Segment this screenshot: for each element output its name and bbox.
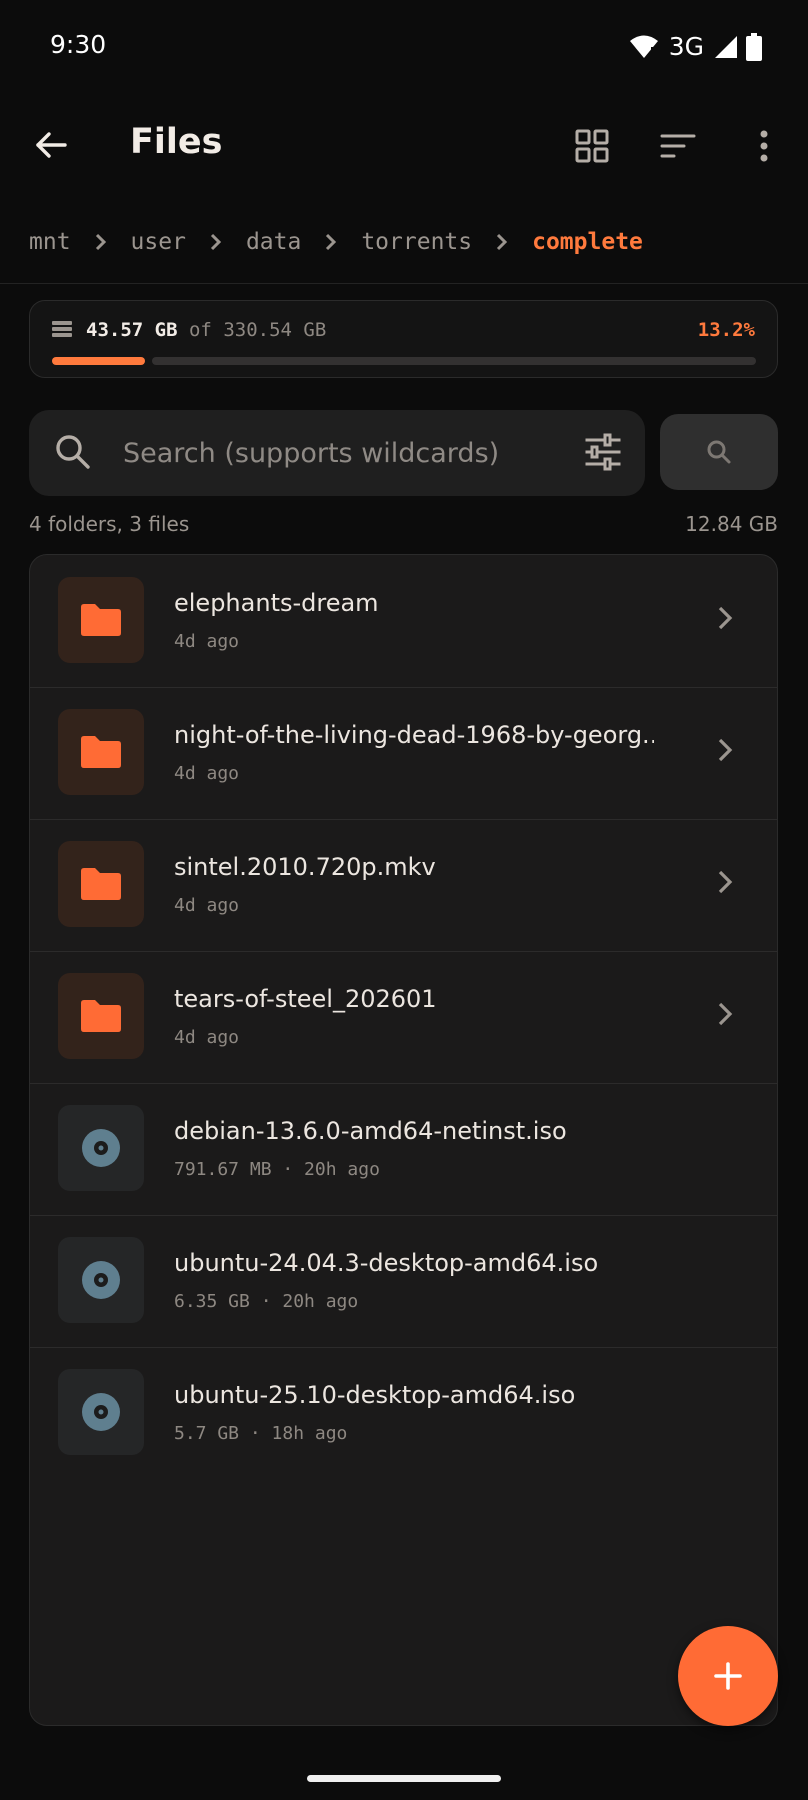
list-item-folder[interactable]: sintel.2010.720p.mkv 4d ago [30, 819, 777, 952]
wifi-icon [629, 34, 659, 60]
folder-thumbnail [58, 841, 144, 927]
chevron-right-icon [325, 233, 337, 251]
sort-button[interactable] [648, 116, 708, 176]
file-list: elephants-dream 4d ago night-of-the-livi… [29, 554, 778, 1726]
plus-icon [713, 1661, 743, 1691]
chevron-right-icon [717, 737, 733, 763]
chevron-right-icon [496, 233, 508, 251]
storage-summary: 43.57 GB of 330.54 GB [86, 319, 326, 341]
folder-thumbnail [58, 709, 144, 795]
file-name: ubuntu-24.04.3-desktop-amd64.iso [174, 1249, 599, 1277]
search-icon [706, 439, 732, 465]
breadcrumb: mnt user data torrents complete [29, 222, 643, 262]
status-icons: 3G [629, 32, 762, 61]
folder-thumbnail [58, 577, 144, 663]
disc-thumbnail [58, 1237, 144, 1323]
file-meta: 4d ago [174, 631, 240, 652]
network-type: 3G [668, 32, 704, 61]
chevron-right-icon [717, 1001, 733, 1027]
list-item-folder[interactable]: night-of-the-living-dead-1968-by-georg..… [30, 687, 777, 820]
folder-icon [79, 866, 123, 902]
disc-icon [81, 1260, 121, 1300]
list-item-file[interactable]: ubuntu-25.10-desktop-amd64.iso 5.7 GB · … [30, 1347, 777, 1479]
storage-of: of [188, 319, 212, 341]
filter-icon[interactable] [585, 433, 621, 471]
breadcrumb-item-torrents[interactable]: torrents [361, 229, 472, 255]
more-options-button[interactable] [734, 116, 794, 176]
back-arrow-icon [35, 131, 67, 159]
battery-icon [746, 32, 762, 61]
storage-progress-track [152, 357, 756, 365]
status-time: 9:30 [50, 30, 107, 59]
breadcrumb-item-user[interactable]: user [131, 229, 186, 255]
list-item-file[interactable]: ubuntu-24.04.3-desktop-amd64.iso 6.35 GB… [30, 1215, 777, 1348]
chevron-right-icon [717, 605, 733, 631]
file-name: tears-of-steel_202601 [174, 985, 437, 1013]
file-meta: 5.7 GB · 18h ago [174, 1423, 348, 1444]
page-title: Files [130, 122, 223, 162]
grid-view-button[interactable] [562, 116, 622, 176]
folder-icon [79, 734, 123, 770]
storage-icon [52, 321, 72, 337]
file-name: sintel.2010.720p.mkv [174, 853, 436, 881]
file-meta: 791.67 MB · 20h ago [174, 1159, 380, 1180]
storage-used: 43.57 GB [86, 319, 178, 341]
list-item-folder[interactable]: tears-of-steel_202601 4d ago [30, 951, 777, 1084]
disc-icon [81, 1128, 121, 1168]
search-button[interactable] [660, 414, 778, 490]
breadcrumb-item-data[interactable]: data [246, 229, 301, 255]
storage-total: 330.54 GB [223, 319, 327, 341]
storage-progress-fill [52, 357, 145, 365]
chevron-right-icon [210, 233, 222, 251]
chevron-right-icon [717, 869, 733, 895]
breadcrumb-item-mnt[interactable]: mnt [29, 229, 71, 255]
more-vert-icon [760, 130, 768, 162]
sort-icon [660, 133, 696, 159]
file-name: night-of-the-living-dead-1968-by-georg..… [174, 721, 654, 749]
list-item-file[interactable]: debian-13.6.0-amd64-netinst.iso 791.67 M… [30, 1083, 777, 1216]
breadcrumb-item-complete[interactable]: complete [532, 229, 643, 255]
folder-thumbnail [58, 973, 144, 1059]
file-name: ubuntu-25.10-desktop-amd64.iso [174, 1381, 576, 1409]
total-size: 12.84 GB [685, 512, 778, 536]
add-button[interactable] [678, 1626, 778, 1726]
file-meta: 4d ago [174, 895, 240, 916]
disc-icon [81, 1392, 121, 1432]
app-bar: Files [0, 96, 808, 196]
back-button[interactable] [22, 116, 80, 174]
file-name: elephants-dream [174, 589, 379, 617]
home-indicator[interactable] [307, 1775, 501, 1782]
chevron-right-icon [95, 233, 107, 251]
disc-thumbnail [58, 1105, 144, 1191]
search-icon [53, 432, 93, 472]
folder-icon [79, 602, 123, 638]
search-input[interactable] [123, 428, 523, 478]
disc-thumbnail [58, 1369, 144, 1455]
folder-file-count: 4 folders, 3 files [29, 512, 190, 536]
signal-icon [714, 35, 738, 59]
divider [0, 283, 808, 284]
storage-card: 43.57 GB of 330.54 GB 13.2% [29, 300, 778, 378]
search-box [29, 410, 645, 496]
grid-view-icon [575, 129, 609, 163]
file-name: debian-13.6.0-amd64-netinst.iso [174, 1117, 567, 1145]
list-item-folder[interactable]: elephants-dream 4d ago [30, 555, 777, 688]
file-meta: 6.35 GB · 20h ago [174, 1291, 359, 1312]
folder-icon [79, 998, 123, 1034]
file-meta: 4d ago [174, 763, 240, 784]
status-bar: 9:30 3G [0, 0, 808, 96]
storage-percent: 13.2% [697, 319, 755, 341]
file-meta: 4d ago [174, 1027, 240, 1048]
